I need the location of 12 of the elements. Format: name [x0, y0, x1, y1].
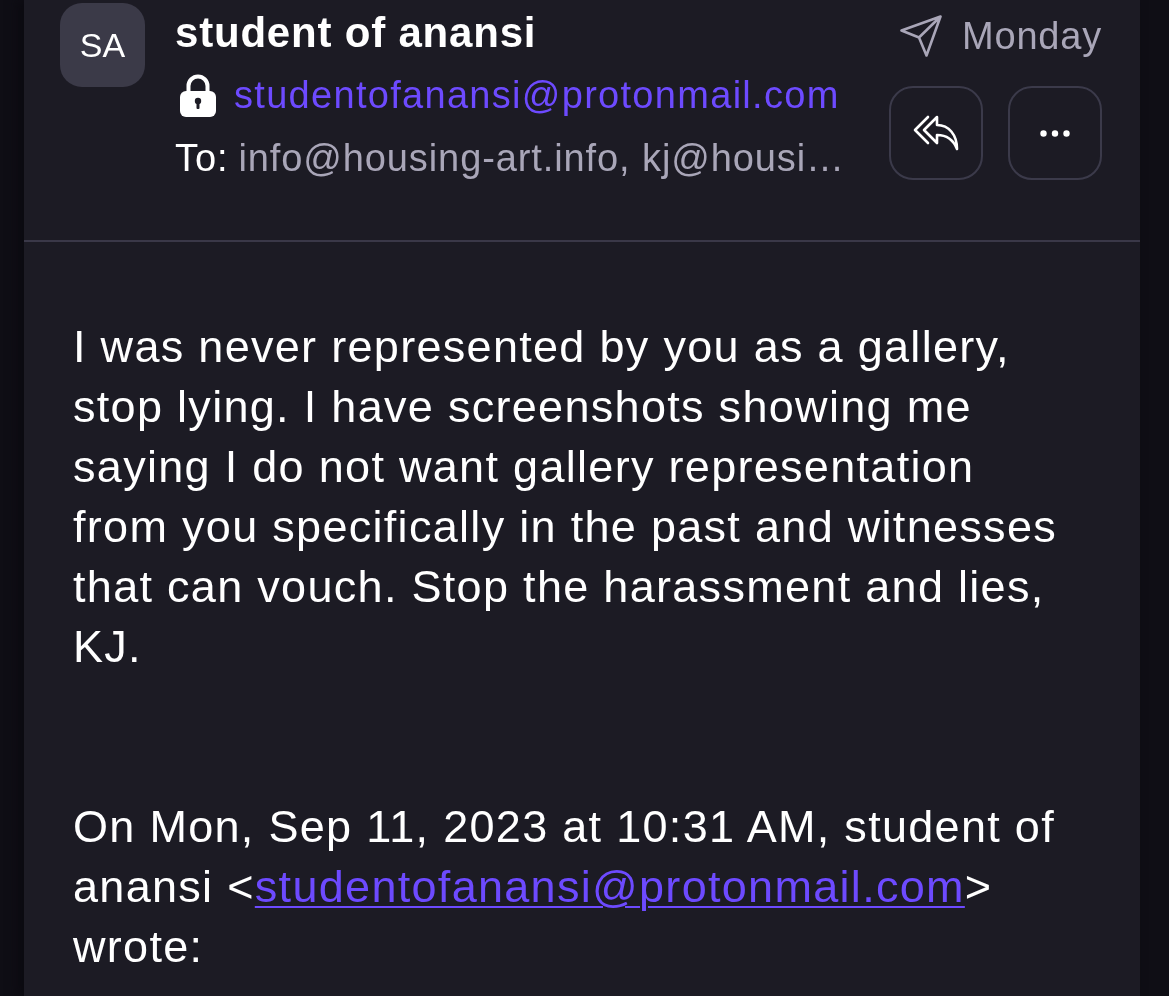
- message-text: I was never represented by you as a gallery, stop lying. I have screenshots showing me saying I do not want gallery representation from you specifically in the past and witnesses that can vouch. Stop the harassment and lies, KJ.: [73, 320, 1059, 674]
- recipients-label: To:: [175, 136, 229, 180]
- avatar: SA: [60, 3, 145, 87]
- more-icon: [1040, 129, 1070, 137]
- reply-all-button[interactable]: [889, 86, 983, 180]
- message-date: Monday: [962, 14, 1102, 58]
- sender-email[interactable]: studentofanansi@protonmail.com: [234, 73, 840, 117]
- recipients-list: info@housing-art.info, kj@housi…: [238, 136, 845, 180]
- quoted-header: On Mon, Sep 11, 2023 at 10:31 AM, student of anansi <studentofanansi@protonmail.com> wrote:: [73, 800, 1056, 974]
- email-link[interactable]: studentofanansi@protonmail.com: [254, 861, 965, 912]
- reply-all-icon: [913, 115, 959, 151]
- sender-name: student of anansi: [175, 8, 537, 58]
